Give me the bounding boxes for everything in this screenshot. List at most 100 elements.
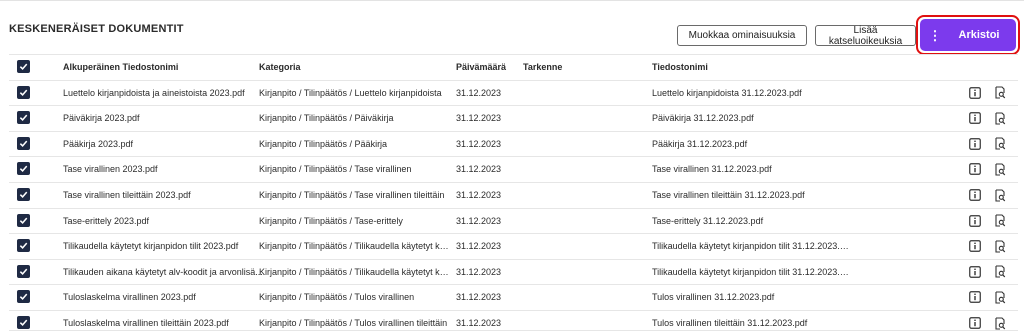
checkmark-icon [19,166,28,173]
cell-specifier [523,157,643,182]
info-icon[interactable] [968,188,982,202]
row-checkbox[interactable] [17,213,30,227]
info-icon[interactable] [968,111,982,125]
checkmark-icon [19,114,28,122]
search-document-icon[interactable] [993,239,1007,253]
add-view-rights-button[interactable]: Lisää katseluoikeuksia [815,25,916,47]
table-row[interactable]: Tilikaudella käytetyt kirjanpidon tilit … [9,233,1018,258]
cell-specifier [523,209,643,234]
cell-specifier [523,81,643,106]
info-icon[interactable] [968,86,982,100]
cell-category: Kirjanpito / Tilinpäätös / Pääkirja [259,138,388,149]
cell-original-filename: Päiväkirja 2023.pdf [63,113,140,124]
row-checkbox[interactable] [17,188,30,201]
cell-category: Kirjanpito / Tilinpäätös / Tase virallin… [259,164,412,175]
table-row[interactable]: Tuloslaskelma virallinen 2023.pdf Kirjanp… [9,284,1018,309]
cell-category: Kirjanpito / Tilinpäätös / Tulos viralli… [259,292,415,303]
cell-specifier [523,285,643,310]
cell-date: 31.12.2023 [456,215,502,226]
table-row[interactable]: Tase virallinen tileittäin 2023.pdf Kirja… [9,182,1018,207]
column-header-category[interactable]: Kategoria [259,55,449,80]
cell-original-filename: Pääkirja 2023.pdf [63,138,134,149]
info-icon[interactable] [968,265,982,279]
table-row[interactable]: Luettelo kirjanpidoista ja aineistoista … [9,79,1018,106]
table-header-row: Alkuperäinen Tiedostonimi Kategoria Päiv… [9,54,1018,79]
search-document-icon[interactable] [993,214,1007,228]
search-document-icon[interactable] [993,86,1007,100]
search-document-icon[interactable] [993,316,1007,330]
row-checkbox[interactable] [17,136,30,150]
cell-original-filename: Tase virallinen tileittäin 2023.pdf [63,190,191,200]
cell-original-filename: Tuloslaskelma virallinen 2023.pdf [63,292,196,303]
cell-original-filename: Tase-erittely 2023.pdf [63,215,150,226]
column-header-date[interactable]: Päivämäärä [456,55,516,80]
cell-original-filename: Tilikaudella käytetyt kirjanpidon tilit … [63,241,239,252]
cell-date: 31.12.2023 [456,113,502,124]
info-icon[interactable] [968,162,982,176]
cell-category: Kirjanpito / Tilinpäätös / Luettelo kirj… [259,87,442,98]
search-document-icon[interactable] [993,111,1007,125]
table-row[interactable]: Päiväkirja 2023.pdf Kirjanpito / Tilinpää… [9,105,1018,130]
unfinished-documents-panel: KESKENERÄISET DOKUMENTIT Muokkaa ominais… [0,0,1024,334]
archive-button[interactable]: ⋮ Arkistoi [920,19,1016,51]
row-checkbox[interactable] [17,316,30,329]
search-document-icon[interactable] [993,137,1007,151]
search-document-icon[interactable] [993,290,1007,304]
column-header-specifier[interactable]: Tarkenne [523,55,643,80]
cell-specifier [523,260,643,285]
cell-date: 31.12.2023 [456,138,502,149]
cell-category: Kirjanpito / Tilinpäätös / Päiväkirja [259,113,394,124]
table-row[interactable]: Pääkirja 2023.pdf Kirjanpito / Tilinpäätö… [9,130,1018,157]
info-icon[interactable] [968,137,982,151]
cell-original-filename: Tase virallinen 2023.pdf [63,164,158,175]
cell-filename: Tase virallinen 31.12.2023.pdf [652,164,772,175]
checkmark-icon [19,63,28,70]
row-checkbox[interactable] [17,290,30,304]
edit-properties-button[interactable]: Muokkaa ominaisuuksia [677,25,807,46]
checkmark-icon [19,294,28,301]
select-all-checkbox[interactable] [17,60,30,73]
column-header-filename[interactable]: Tiedostonimi [652,55,852,80]
checkmark-icon [19,140,28,147]
checkmark-icon [19,242,28,250]
cell-original-filename: Tilikauden aikana käytetyt alv-koodit ja… [63,266,263,277]
column-header-original-filename[interactable]: Alkuperäinen Tiedostonimi [63,55,253,80]
cell-date: 31.12.2023 [456,190,502,200]
cell-filename: Luettelo kirjanpidoista 31.12.2023.pdf [652,87,802,98]
row-checkbox[interactable] [17,111,30,125]
cell-filename: Tase-erittely 31.12.2023.pdf [652,215,764,226]
row-checkbox[interactable] [17,264,30,278]
cell-specifier [523,106,643,131]
cell-date: 31.12.2023 [456,292,502,303]
row-checkbox[interactable] [17,239,30,253]
checkmark-icon [19,89,28,96]
cell-filename: Päiväkirja 31.12.2023.pdf [652,113,754,124]
info-icon[interactable] [968,290,982,304]
checkmark-icon [19,191,28,198]
info-icon[interactable] [968,316,982,330]
table-row[interactable]: Tilikauden aikana käytetyt alv-koodit ja… [9,258,1018,285]
info-icon[interactable] [968,214,982,228]
cell-filename: Pääkirja 31.12.2023.pdf [652,138,748,149]
table-row[interactable]: Tase-erittely 2023.pdf Kirjanpito / Tilin… [9,207,1018,234]
table-row[interactable]: Tase virallinen 2023.pdf Kirjanpito / Til… [9,156,1018,181]
info-icon[interactable] [968,239,982,253]
cell-category: Kirjanpito / Tilinpäätös / Tilikaudella … [259,241,449,252]
search-document-icon[interactable] [993,188,1007,202]
archive-button-highlight: ⋮ Arkistoi [916,15,1020,55]
cell-specifier [523,183,643,208]
cell-filename: Tase virallinen tileittäin 31.12.2023.pd… [652,190,805,200]
cell-date: 31.12.2023 [456,87,502,98]
search-document-icon[interactable] [993,162,1007,176]
search-document-icon[interactable] [993,265,1007,279]
cell-filename: Tilikaudella käytetyt kirjanpidon tilit … [652,266,852,277]
more-vertical-icon: ⋮ [928,27,942,43]
row-checkbox[interactable] [17,85,30,99]
row-checkbox[interactable] [17,162,30,176]
cell-original-filename: Luettelo kirjanpidoista ja aineistoista … [63,87,245,98]
cell-filename: Tulos virallinen 31.12.2023.pdf [652,292,775,303]
cell-filename: Tilikaudella käytetyt kirjanpidon tilit … [652,241,852,252]
cell-specifier [523,132,643,157]
cell-category: Kirjanpito / Tilinpäätös / Tilikaudella … [259,266,449,277]
cell-date: 31.12.2023 [456,164,502,175]
